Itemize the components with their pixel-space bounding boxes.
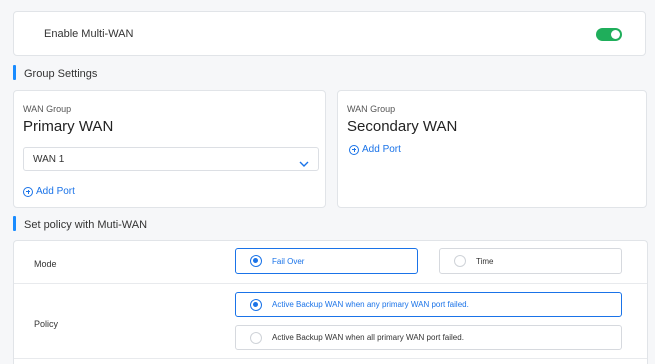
radio-unselected-icon	[250, 331, 262, 344]
wan-group-name: Secondary WAN	[347, 118, 458, 135]
multiwan-toggle[interactable]	[596, 28, 622, 41]
wan-group-label: WAN Group	[23, 104, 72, 114]
policy-option-label: Active Backup WAN when any primary WAN p…	[272, 300, 469, 309]
wan-group-name: Primary WAN	[23, 118, 114, 135]
mode-option-label: Time	[476, 256, 494, 266]
add-circle-icon	[23, 186, 33, 197]
radio-selected-icon	[250, 298, 262, 311]
wan-port-select[interactable]: WAN 1	[23, 147, 319, 171]
radio-selected-icon	[250, 255, 262, 267]
row-divider	[14, 358, 647, 359]
policy-option-label: Active Backup WAN when all primary WAN p…	[272, 333, 464, 342]
mode-option-time[interactable]: Time	[439, 248, 622, 274]
radio-unselected-icon	[454, 255, 466, 267]
policy-card: Mode Fail Over Time Policy Active Backup…	[13, 240, 648, 364]
policy-section-title: Set policy with Muti-WAN	[24, 219, 148, 231]
toggle-knob	[611, 30, 620, 39]
chevron-down-icon	[299, 155, 309, 173]
mode-option-label: Fail Over	[272, 256, 305, 266]
mode-label: Mode	[34, 259, 57, 269]
enable-multiwan-label: Enable Multi-WAN	[44, 28, 134, 40]
wan-group-label: WAN Group	[347, 104, 396, 114]
add-port-button-secondary[interactable]: Add Port	[349, 144, 401, 155]
policy-option-any-failed[interactable]: Active Backup WAN when any primary WAN p…	[235, 292, 622, 317]
group-settings-title: Group Settings	[24, 68, 98, 80]
enable-multiwan-card: Enable Multi-WAN	[13, 11, 646, 56]
wan-group-primary: WAN Group Primary WAN WAN 1 Add Port	[13, 90, 326, 208]
policy-option-all-failed[interactable]: Active Backup WAN when all primary WAN p…	[235, 325, 622, 350]
add-port-label: Add Port	[362, 144, 401, 155]
wan-port-select-value: WAN 1	[33, 154, 65, 165]
add-circle-icon	[349, 144, 359, 155]
mode-option-failover[interactable]: Fail Over	[235, 248, 418, 274]
policy-label: Policy	[34, 319, 59, 329]
wan-group-secondary: WAN Group Secondary WAN Add Port	[337, 90, 647, 208]
row-divider	[14, 283, 647, 284]
add-port-label: Add Port	[36, 186, 75, 197]
section-accent-bar	[13, 65, 16, 80]
section-accent-bar	[13, 216, 16, 231]
add-port-button-primary[interactable]: Add Port	[23, 186, 75, 197]
